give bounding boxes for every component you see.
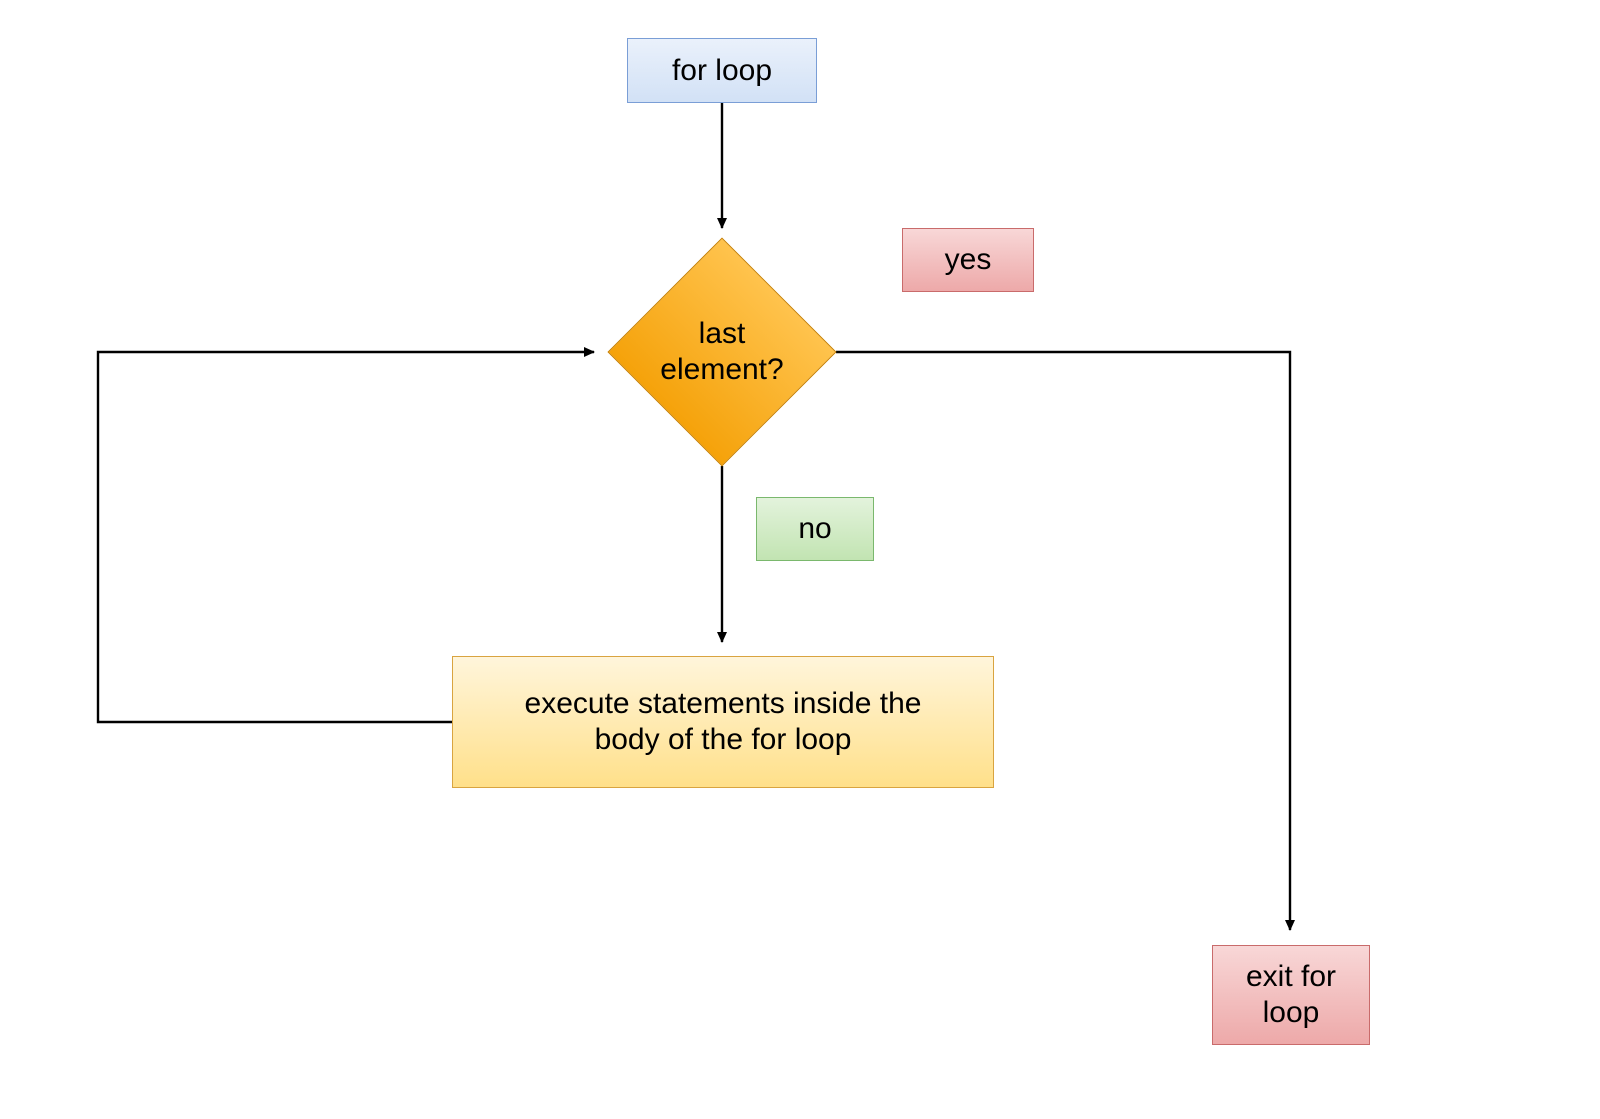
node-no-label: no [798,511,831,547]
node-decision-label: last element? [660,316,783,388]
node-start-label: for loop [672,53,772,89]
node-decision-line1: last [699,317,746,350]
node-no: no [756,497,874,561]
node-exit: exit for loop [1212,945,1370,1045]
node-body-line1: execute statements inside the [525,687,922,720]
arrow-decision-yes-to-exit [836,352,1290,930]
node-yes: yes [902,228,1034,292]
node-body-line2: body of the for loop [595,723,852,756]
node-decision-line2: element? [660,353,783,386]
node-exit-line1: exit for [1246,960,1336,993]
node-body: execute statements inside the body of th… [452,656,994,788]
node-yes-label: yes [945,242,992,278]
node-start: for loop [627,38,817,103]
node-exit-line2: loop [1263,996,1320,1029]
